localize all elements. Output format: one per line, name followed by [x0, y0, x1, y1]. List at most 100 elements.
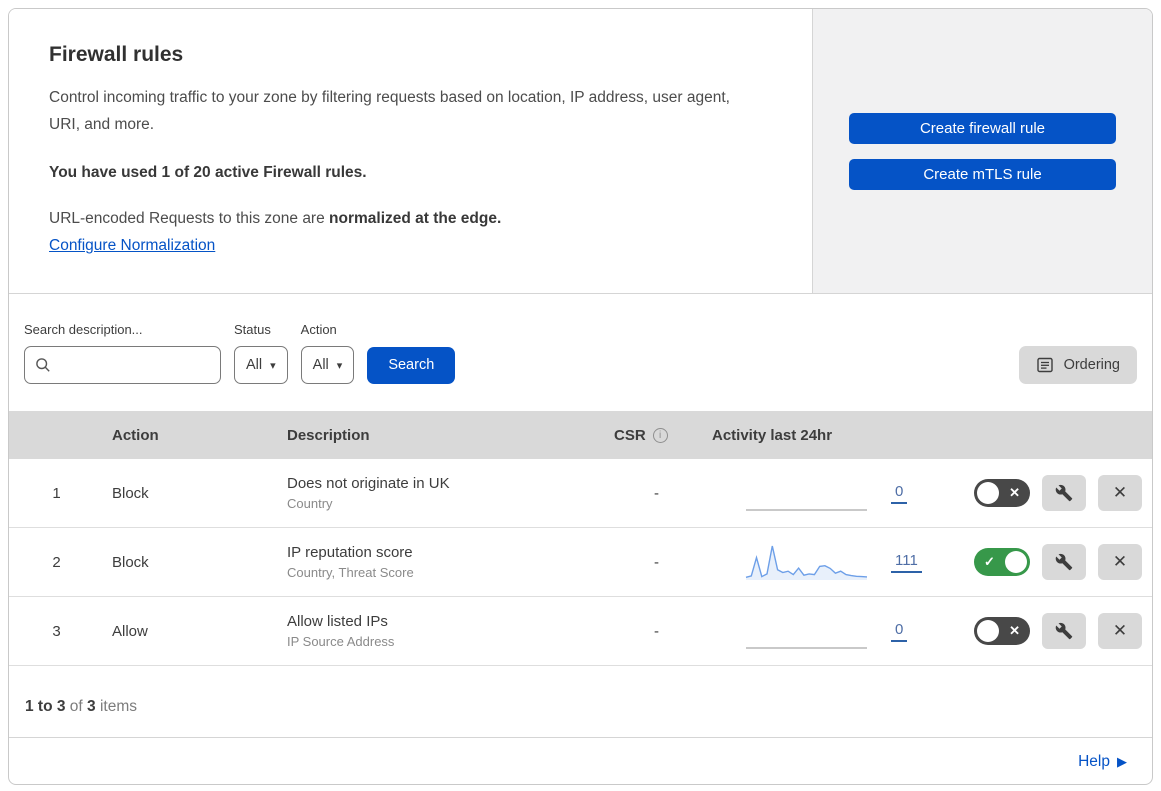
rule-fields: IP Source Address — [287, 634, 395, 649]
status-label: Status — [234, 322, 271, 337]
delete-rule-button[interactable]: ✕ — [1098, 475, 1142, 511]
activity-count-link[interactable]: 0 — [891, 621, 908, 642]
intro-panel: Firewall rules Control incoming traffic … — [9, 9, 813, 293]
rule-description-main: IP reputation score — [287, 544, 413, 561]
activity-sparkline — [745, 545, 868, 580]
toggle-knob — [977, 482, 999, 504]
firewall-rules-card: Firewall rules Control incoming traffic … — [8, 8, 1153, 785]
column-csr: CSR i — [609, 427, 704, 444]
table-row: 2 Block IP reputation score Country, Thr… — [9, 528, 1152, 597]
delete-rule-button[interactable]: ✕ — [1098, 613, 1142, 649]
help-link[interactable]: Help ▶ — [1078, 753, 1127, 771]
delete-rule-button[interactable]: ✕ — [1098, 544, 1142, 580]
rule-number: 2 — [52, 553, 61, 571]
search-group: Search description... — [24, 322, 221, 384]
edit-rule-button[interactable] — [1042, 544, 1086, 580]
table-row: 3 Allow Allow listed IPs IP Source Addre… — [9, 597, 1152, 666]
rule-controls: ✕ ✕ — [974, 613, 1152, 649]
page-title: Firewall rules — [49, 43, 184, 66]
toggle-state-icon: ✕ — [1009, 485, 1020, 500]
rule-description: Does not originate in UK Country — [279, 475, 609, 511]
configure-normalization-link[interactable]: Configure Normalization — [49, 237, 215, 254]
page-description: Control incoming traffic to your zone by… — [49, 89, 730, 133]
summary-items: items — [99, 698, 138, 715]
search-button[interactable]: Search — [367, 346, 456, 384]
close-icon: ✕ — [1112, 621, 1128, 640]
rule-enabled-toggle[interactable]: ✕ — [974, 479, 1030, 507]
help-label: Help — [1078, 752, 1110, 770]
rule-csr: - — [654, 622, 659, 640]
create-firewall-rule-button[interactable]: Create firewall rule — [849, 113, 1116, 144]
activity-sparkline — [746, 647, 867, 649]
create-mtls-rule-button[interactable]: Create mTLS rule — [849, 159, 1116, 190]
search-icon — [35, 357, 51, 373]
toggle-knob — [1005, 551, 1027, 573]
wrench-icon — [1055, 553, 1073, 571]
ordering-button[interactable]: Ordering — [1018, 346, 1137, 384]
column-activity: Activity last 24hr — [712, 426, 833, 444]
rule-enabled-toggle[interactable]: ✓ — [974, 548, 1030, 576]
rule-controls: ✓ ✕ — [974, 544, 1152, 580]
rule-description: IP reputation score Country, Threat Scor… — [279, 544, 609, 580]
action-dropdown[interactable]: All ▾ — [300, 346, 355, 384]
toggle-knob — [977, 620, 999, 642]
rule-description-main: Allow listed IPs — [287, 613, 388, 630]
summary-total: 3 — [87, 698, 96, 715]
normalization-note: URL-encoded Requests to this zone are no… — [49, 210, 772, 228]
table-header: Action Description CSR i Activity last 2… — [9, 411, 1152, 459]
items-summary: 1 to 3 of 3 items — [9, 666, 1152, 738]
rule-fields: Country — [287, 496, 333, 511]
action-group: Action All ▾ — [300, 322, 355, 384]
activity-count-link[interactable]: 111 — [891, 552, 922, 573]
search-box — [24, 346, 221, 384]
rule-activity: 0 — [704, 611, 974, 651]
edit-rule-button[interactable] — [1042, 613, 1086, 649]
wrench-icon — [1055, 484, 1073, 502]
summary-of: of — [69, 698, 83, 715]
info-icon[interactable]: i — [652, 427, 668, 443]
rule-enabled-toggle[interactable]: ✕ — [974, 617, 1030, 645]
rule-action: Block — [112, 553, 149, 571]
chevron-down-icon: ▾ — [336, 359, 343, 372]
status-dropdown[interactable]: All ▾ — [234, 346, 288, 384]
filter-bar: Search description... Status All ▾ Actio… — [9, 294, 1152, 411]
activity-sparkline — [746, 509, 867, 511]
rule-description-main: Does not originate in UK — [287, 475, 450, 492]
rule-fields: Country, Threat Score — [287, 565, 414, 580]
edit-rule-button[interactable] — [1042, 475, 1086, 511]
rule-activity: 111 — [704, 542, 974, 582]
column-description: Description — [287, 426, 370, 444]
ordering-icon — [1036, 356, 1054, 374]
status-group: Status All ▾ — [234, 322, 288, 384]
normalization-bold: normalized at the edge. — [329, 210, 502, 228]
rule-activity: 0 — [704, 473, 974, 513]
csr-label: CSR — [614, 426, 646, 444]
wrench-icon — [1055, 622, 1073, 640]
action-label: Action — [300, 322, 337, 337]
rule-csr: - — [654, 484, 659, 502]
search-input[interactable] — [58, 356, 210, 374]
rule-number: 1 — [52, 484, 61, 502]
rule-controls: ✕ ✕ — [974, 475, 1152, 511]
activity-count-link[interactable]: 0 — [891, 483, 908, 504]
normalization-text: URL-encoded Requests to this zone are — [49, 210, 330, 228]
toggle-state-icon: ✕ — [1009, 623, 1020, 638]
ordering-label: Ordering — [1063, 357, 1120, 373]
search-label: Search description... — [24, 322, 143, 337]
rule-description: Allow listed IPs IP Source Address — [279, 613, 609, 649]
action-value: All — [312, 357, 329, 373]
usage-summary: You have used 1 of 20 active Firewall ru… — [49, 164, 367, 182]
arrow-right-icon: ▶ — [1117, 753, 1127, 769]
help-bar: Help ▶ — [9, 738, 1152, 784]
rule-csr: - — [654, 553, 659, 571]
chevron-down-icon: ▾ — [270, 359, 276, 372]
close-icon: ✕ — [1112, 552, 1128, 571]
summary-range: 1 to 3 — [25, 698, 66, 715]
actions-panel: Create firewall rule Create mTLS rule — [813, 9, 1152, 293]
toggle-state-icon: ✓ — [984, 554, 995, 569]
column-action: Action — [112, 426, 159, 444]
rule-number: 3 — [52, 622, 61, 640]
intro-section: Firewall rules Control incoming traffic … — [9, 9, 1152, 294]
close-icon: ✕ — [1112, 483, 1128, 502]
status-value: All — [246, 357, 263, 373]
